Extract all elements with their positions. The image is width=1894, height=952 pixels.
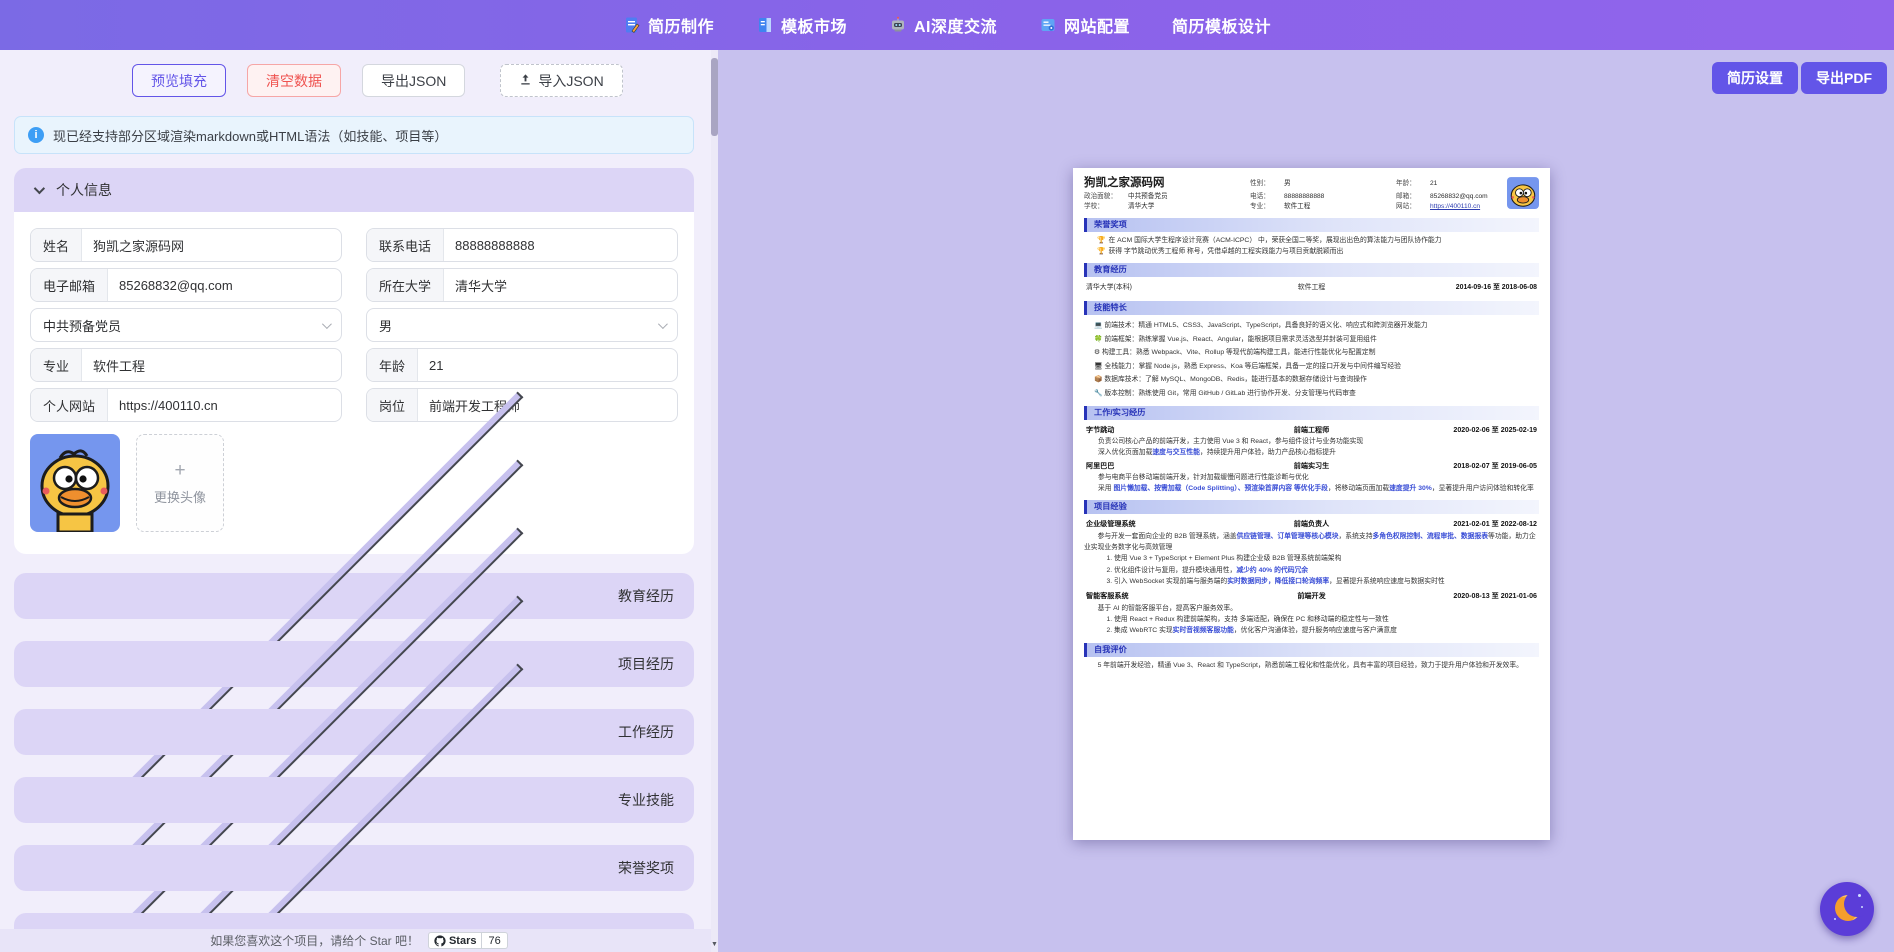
phone-input[interactable] (444, 229, 677, 261)
export-json-button[interactable]: 导出JSON (362, 64, 465, 97)
age-field-group: 年龄 (366, 348, 678, 382)
major-field-group: 专业 (30, 348, 342, 382)
resume-header: 狗凯之家源码网 政治面貌：中共预备党员 学校：清华大学 性别：男 电话：8888… (1084, 177, 1539, 212)
political-status-select[interactable]: 中共预备党员 (30, 308, 342, 342)
sidebar-section-skills[interactable]: 专业技能 (14, 777, 694, 823)
sparkle (1834, 918, 1836, 920)
trophy-icon: 🏆 (1097, 237, 1105, 244)
alert-text: 现已经支持部分区域渲染markdown或HTML语法（如技能、项目等） (53, 126, 447, 145)
nav-item-ai-chat[interactable]: AI深度交流 (889, 13, 997, 37)
avatar[interactable] (30, 434, 120, 532)
resume-settings-button[interactable]: 简历设置 (1712, 62, 1798, 94)
site-config-icon (1039, 16, 1057, 34)
editor-toolbar: 预览填充 清空数据 导出JSON 导入JSON (132, 64, 623, 97)
editor-panel: 预览填充 清空数据 导出JSON 导入JSON i 现已经支持部分区域渲染mar… (0, 50, 718, 952)
gender-select[interactable]: 男 (366, 308, 678, 342)
template-market-icon (756, 16, 774, 34)
github-icon (434, 935, 446, 947)
preview-panel: 简历设置 导出PDF 狗凯之家源码网 政治面貌：中共预备党员 学校：清华大学 性… (718, 50, 1894, 952)
nav-label: 网站配置 (1064, 13, 1130, 37)
website-input[interactable] (108, 389, 341, 421)
nav-label: 简历模板设计 (1172, 13, 1271, 37)
university-input[interactable] (444, 269, 677, 301)
resume-section-honors: 荣誉奖项 🏆在 ACM 国际大学生程序设计竞赛（ACM-ICPC） 中，荣获全国… (1084, 218, 1539, 257)
plus-icon: + (174, 461, 185, 480)
resume-section-selfeval: 自我评价 5 年前端开发经验，精通 Vue 3、React 和 TypeScri… (1084, 643, 1539, 672)
resume-section-work: 工作/实习经历 字节跳动 前端工程师 2020-02-06 至 2025-02-… (1084, 406, 1539, 494)
nav-label: 简历制作 (648, 13, 714, 37)
major-input[interactable] (82, 349, 341, 381)
resume-section-skills: 技能特长 💻 前端技术：精通 HTML5、CSS3、JavaScript、Typ… (1084, 301, 1539, 400)
stars-count: 76 (482, 932, 507, 949)
resume-builder-app: 简历制作 模板市场 AI深度交流 网站配置 简历模板设计 (0, 0, 1894, 952)
email-input[interactable] (108, 269, 341, 301)
resume-section-title: 自我评价 (1084, 643, 1539, 657)
sidebar-section-honors[interactable]: 荣誉奖项 (14, 845, 694, 891)
section-title: 个人信息 (56, 180, 112, 200)
trophy-icon: 🏆 (1097, 248, 1105, 255)
resume-section-title: 工作/实习经历 (1084, 406, 1539, 420)
star-footer: 如果您喜欢这个项目，请给个 Star 吧！ Stars 76 (0, 929, 718, 952)
university-field-group: 所在大学 (366, 268, 678, 302)
resume-website-link[interactable]: https://400110.cn (1430, 202, 1480, 212)
resume-section-title: 教育经历 (1084, 263, 1539, 277)
moon-icon (1835, 895, 1861, 921)
preview-fill-button[interactable]: 预览填充 (132, 64, 226, 97)
chevron-down-icon (322, 319, 332, 329)
resume-section-title: 项目经验 (1084, 500, 1539, 514)
markdown-support-alert: i 现已经支持部分区域渲染markdown或HTML语法（如技能、项目等） (14, 116, 694, 154)
scrollbar-down-arrow[interactable]: ▼ (711, 941, 718, 948)
scrollbar-thumb[interactable] (711, 58, 718, 136)
sidebar-section-education[interactable]: 教育经历 (14, 573, 694, 619)
chevron-down-icon (658, 319, 668, 329)
age-input[interactable] (418, 349, 677, 381)
resume-section-education: 教育经历 清华大学(本科) 软件工程 2014-09-16 至 2018-06-… (1084, 263, 1539, 295)
resume-name: 狗凯之家源码网 (1084, 177, 1250, 190)
resume-preview-page: 狗凯之家源码网 政治面貌：中共预备党员 学校：清华大学 性别：男 电话：8888… (1073, 168, 1550, 840)
change-avatar-button[interactable]: + 更换头像 (136, 434, 224, 532)
nav-item-template-design[interactable]: 简历模板设计 (1172, 13, 1271, 37)
nav-label: AI深度交流 (914, 13, 997, 37)
import-json-button[interactable]: 导入JSON (500, 64, 622, 97)
personal-info-header[interactable]: 个人信息 (14, 168, 694, 212)
top-nav: 简历制作 模板市场 AI深度交流 网站配置 简历模板设计 (0, 0, 1894, 50)
sparkle (1858, 894, 1861, 897)
nav-item-site-config[interactable]: 网站配置 (1039, 13, 1130, 37)
editor-scrollbar[interactable]: ▼ (711, 50, 718, 952)
dark-mode-toggle-button[interactable] (1820, 882, 1874, 936)
github-stars-badge[interactable]: Stars 76 (428, 932, 508, 949)
position-input[interactable] (418, 389, 677, 421)
resume-edit-icon (623, 16, 641, 34)
sparkle (1861, 906, 1863, 908)
nav-label: 模板市场 (781, 13, 847, 37)
info-icon: i (28, 127, 44, 143)
export-pdf-button[interactable]: 导出PDF (1801, 62, 1887, 94)
resume-section-title: 荣誉奖项 (1084, 218, 1539, 232)
email-field-group: 电子邮箱 (30, 268, 342, 302)
nav-item-resume-build[interactable]: 简历制作 (623, 13, 714, 37)
nav-item-template-market[interactable]: 模板市场 (756, 13, 847, 37)
resume-avatar (1507, 177, 1539, 209)
chevron-down-icon (34, 183, 45, 194)
upload-icon (519, 73, 532, 89)
phone-field-group: 联系电话 (366, 228, 678, 262)
position-field-group: 岗位 (366, 388, 678, 422)
robot-icon (889, 16, 907, 34)
sidebar-section-projects[interactable]: 项目经历 (14, 641, 694, 687)
clear-data-button[interactable]: 清空数据 (247, 64, 341, 97)
star-text: 如果您喜欢这个项目，请给个 Star 吧！ (210, 932, 419, 949)
personal-info-form: 姓名 联系电话 电子邮箱 所在大学 (14, 212, 694, 554)
resume-section-title: 技能特长 (1084, 301, 1539, 315)
website-field-group: 个人网站 (30, 388, 342, 422)
resume-section-projects: 项目经验 企业级管理系统 前端负责人 2021-02-01 至 2022-08-… (1084, 500, 1539, 637)
name-input[interactable] (82, 229, 341, 261)
personal-info-section: 个人信息 姓名 联系电话 电子邮箱 (14, 168, 694, 554)
sidebar-section-work[interactable]: 工作经历 (14, 709, 694, 755)
name-field-group: 姓名 (30, 228, 342, 262)
